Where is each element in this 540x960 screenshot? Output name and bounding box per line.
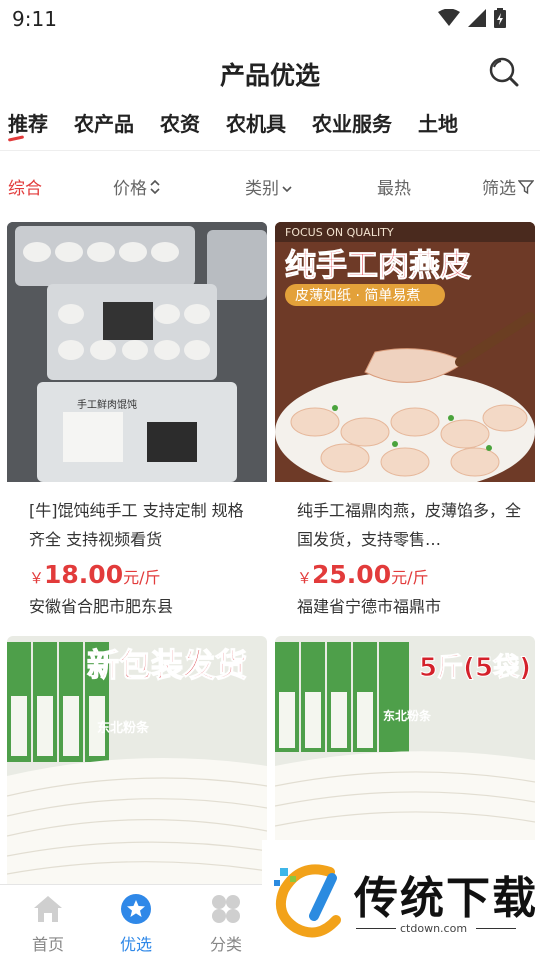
sort-bar: 综合 价格 类别 最热 筛选 (0, 168, 540, 204)
wifi-icon (438, 9, 460, 26)
watermark-rule-left (356, 928, 396, 929)
sort-price[interactable]: 价格 (113, 174, 161, 199)
chevron-down-icon (282, 185, 292, 192)
product-image: 东北粉条 5斤(5袋) (275, 636, 535, 840)
image-headline: 5斤(5袋) (419, 653, 531, 683)
product-card[interactable]: 东北粉条 新包装发货 (7, 636, 267, 884)
search-icon (489, 57, 519, 87)
header: 产品优选 (0, 44, 540, 102)
image-subline: 皮薄如纸 · 简单易煮 (295, 287, 420, 304)
tab-agri-machinery[interactable]: 农机具 (226, 104, 286, 148)
page-title: 产品优选 (219, 61, 320, 90)
category-icon (212, 895, 240, 923)
nav-featured[interactable]: 优选 (106, 893, 166, 955)
price-currency: ￥ (29, 569, 45, 587)
sort-filter[interactable]: 筛选 (482, 174, 534, 199)
watermark: 传统下载 ctdown.com (262, 840, 540, 960)
price-value: 18.00 (44, 560, 124, 589)
product-location: 福建省宁德市福鼎市 (297, 597, 442, 616)
status-time: 9:11 (12, 7, 57, 31)
product-card[interactable]: FOCUS ON QUALITY 纯手工肉燕皮 皮薄如纸 · 简单易煮 纯手工福… (275, 222, 535, 617)
home-icon (34, 896, 62, 922)
image-pack-label: 东北粉条 (383, 708, 432, 723)
tab-agri-services[interactable]: 农业服务 (312, 104, 392, 148)
watermark-rule-right (476, 928, 516, 929)
product-price: ￥18.00元/斤 (7, 560, 267, 589)
price-unit: 元/斤 (391, 568, 429, 587)
watermark-logo-icon (274, 864, 341, 938)
image-banner-top: FOCUS ON QUALITY (285, 226, 394, 239)
price-unit: 元/斤 (123, 568, 161, 587)
product-title: 纯手工福鼎肉燕，皮薄馅多，全国发货，支持零售… (297, 501, 522, 549)
divider (0, 150, 540, 151)
sort-price-label: 价格 (113, 179, 147, 199)
image-headline: 纯手工肉燕皮 (285, 248, 471, 284)
sort-comprehensive-label: 综合 (8, 179, 42, 199)
nav-featured-label: 优选 (119, 935, 152, 954)
nav-category-label: 分类 (209, 935, 242, 954)
product-image-label: 手工鲜肉馄饨 (77, 398, 137, 411)
search-button[interactable] (486, 54, 522, 90)
watermark-url: ctdown.com (400, 922, 468, 935)
signal-icon (468, 9, 486, 27)
status-icons (438, 8, 506, 28)
image-headline: 新包装发货 (87, 646, 247, 684)
watermark-text: 传统下载 (354, 873, 538, 924)
product-card[interactable]: 东北粉条 5斤(5袋) (275, 636, 535, 840)
product-location: 安徽省合肥市肥东县 (29, 597, 174, 616)
sort-category[interactable]: 类别 (245, 174, 293, 199)
sort-updown-icon (150, 179, 160, 194)
tab-agri-supplies[interactable]: 农资 (160, 104, 200, 148)
sort-filter-label: 筛选 (482, 179, 516, 199)
product-price: ￥25.00元/斤 (275, 560, 535, 589)
status-bar: 9:11 (0, 0, 540, 38)
sort-hottest[interactable]: 最热 (377, 174, 411, 199)
product-image: FOCUS ON QUALITY 纯手工肉燕皮 皮薄如纸 · 简单易煮 (275, 222, 535, 482)
star-icon (121, 894, 151, 924)
sort-hottest-label: 最热 (377, 179, 411, 199)
category-tabs: 推荐 农产品 农资 农机具 农业服务 土地 (0, 104, 540, 148)
filter-icon (518, 179, 534, 194)
battery-icon (494, 8, 506, 28)
product-image: 手工鲜肉馄饨 (7, 222, 267, 482)
bottom-nav: 首页 优选 分类 (0, 884, 270, 960)
product-card[interactable]: 手工鲜肉馄饨 [牛]馄饨纯手工 支持定制 规格齐全 支持视频看货 ￥18.00元… (7, 222, 267, 617)
product-title: [牛]馄饨纯手工 支持定制 规格齐全 支持视频看货 (29, 501, 244, 549)
tab-agri-products[interactable]: 农产品 (74, 104, 134, 148)
price-value: 25.00 (312, 560, 392, 589)
price-currency: ￥ (297, 569, 313, 587)
sort-comprehensive[interactable]: 综合 (8, 174, 42, 199)
image-pack-label: 东北粉条 (97, 720, 150, 736)
product-image: 东北粉条 新包装发货 (7, 636, 267, 884)
nav-home-label: 首页 (31, 935, 64, 954)
nav-home[interactable]: 首页 (18, 893, 78, 955)
sort-category-label: 类别 (245, 179, 279, 199)
nav-category[interactable]: 分类 (196, 893, 256, 955)
tab-recommend[interactable]: 推荐 (8, 104, 48, 148)
tab-land[interactable]: 土地 (418, 104, 458, 148)
